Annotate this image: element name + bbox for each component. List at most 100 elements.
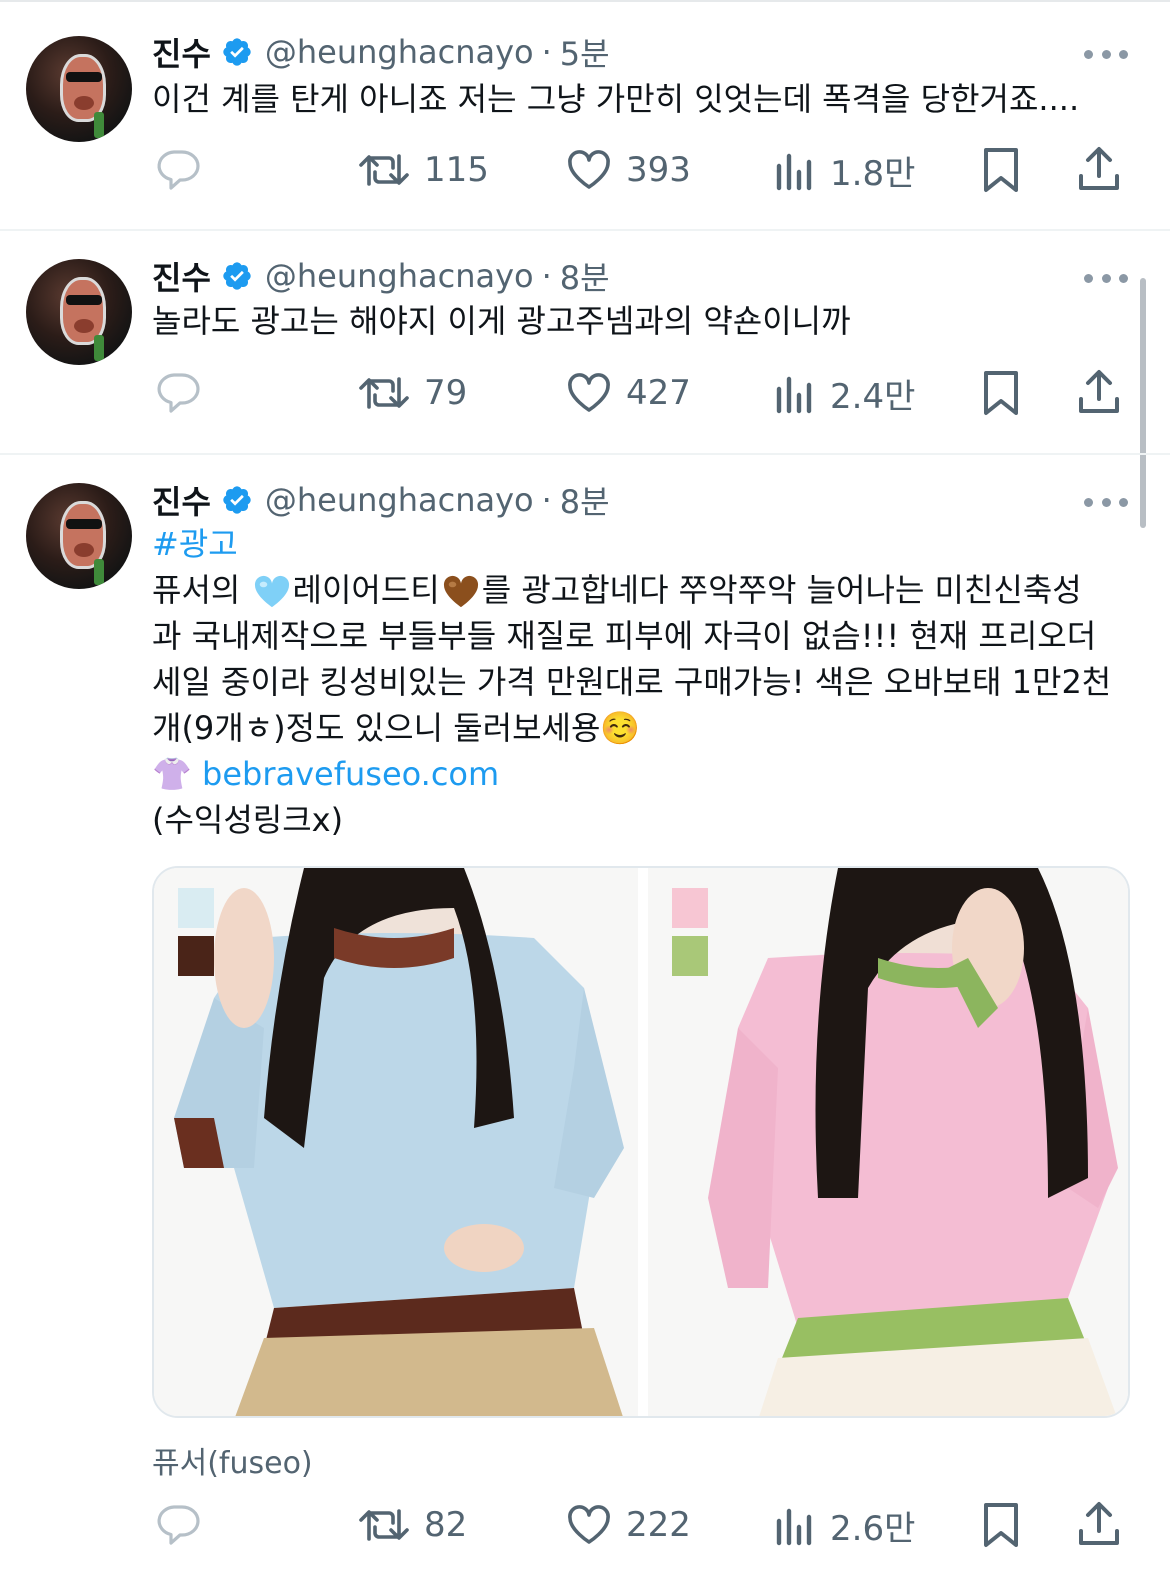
text-segment: 레이어드티 xyxy=(292,571,440,609)
color-swatch-light-blue xyxy=(178,888,214,928)
hashtag-link[interactable]: #광고 xyxy=(152,525,238,563)
more-icon[interactable] xyxy=(1084,47,1128,61)
more-icon[interactable] xyxy=(1084,495,1128,509)
text-segment: 퓨서의 xyxy=(152,571,251,609)
retweet-icon xyxy=(359,377,409,409)
like-icon xyxy=(568,1505,610,1544)
tweet-text: 이건 계를 탄게 아니죠 저는 그냥 가만히 잇엇는데 폭격을 당한거죠.... xyxy=(152,80,1080,118)
more-icon[interactable] xyxy=(1084,271,1128,285)
avatar[interactable] xyxy=(26,259,132,365)
like-count: 393 xyxy=(626,150,691,190)
reply-icon xyxy=(157,150,200,190)
retweet-button[interactable]: 115 xyxy=(358,142,489,198)
timestamp[interactable]: 8분 xyxy=(560,477,610,523)
retweet-button[interactable]: 79 xyxy=(358,365,467,421)
like-button[interactable]: 222 xyxy=(566,1497,691,1553)
display-name[interactable]: 진수 xyxy=(152,29,211,75)
verified-badge-icon xyxy=(223,486,251,514)
display-name[interactable]: 진수 xyxy=(152,253,211,299)
like-icon xyxy=(568,150,610,189)
share-button[interactable] xyxy=(1076,142,1122,198)
product-photo-pink[interactable] xyxy=(648,868,1128,1416)
color-swatch-green xyxy=(672,936,708,976)
text-line: 과 국내제작으로 부들부들 재질로 피부에 자극이 없슴!!! 현재 프리오더 xyxy=(152,617,1097,655)
views-button[interactable]: 2.6만 xyxy=(774,1497,915,1553)
like-button[interactable]: 427 xyxy=(566,365,691,421)
retweet-count: 79 xyxy=(424,373,468,413)
reply-icon xyxy=(157,1505,200,1545)
action-bar: 115 393 1.8만 xyxy=(0,142,1170,198)
text-segment: 를 광고합네다 쭈악쭈악 늘어나는 미친신축성 xyxy=(481,571,1082,609)
tweet-header: 진수 @heunghacnayo · 8분 xyxy=(152,254,610,298)
blue-shirt-model-image xyxy=(154,868,638,1416)
tweet-text: #광고 퓨서의 레이어드티 를 광고합네다 쭈악쭈악 늘어나는 미친신축성 과 국… xyxy=(152,521,1142,843)
display-name[interactable]: 진수 xyxy=(152,477,211,523)
views-button[interactable]: 2.4만 xyxy=(774,365,915,421)
views-icon xyxy=(776,153,812,191)
share-icon xyxy=(1079,370,1119,413)
brown-heart-icon xyxy=(443,575,478,608)
tweet-header: 진수 @heunghacnayo · 5분 xyxy=(152,30,610,74)
retweet-icon xyxy=(359,154,409,186)
like-count: 427 xyxy=(626,373,691,413)
color-swatch-brown xyxy=(178,936,214,976)
media-source-label: 퓨서(fuseo) xyxy=(152,1446,313,1481)
reply-button[interactable] xyxy=(154,1497,202,1553)
bookmark-icon xyxy=(984,371,1018,415)
retweet-count: 82 xyxy=(424,1505,468,1545)
share-icon xyxy=(1079,147,1119,190)
bookmark-icon xyxy=(984,1503,1018,1547)
like-icon xyxy=(568,373,610,412)
action-bar: 82 222 2.6만 xyxy=(0,1497,1170,1553)
separator-dot: · xyxy=(541,481,552,519)
separator-dot: · xyxy=(541,33,552,71)
reply-icon xyxy=(157,373,200,413)
share-button[interactable] xyxy=(1076,1497,1122,1553)
external-link[interactable]: bebravefuseo.com xyxy=(202,755,499,793)
verified-badge-icon xyxy=(223,262,251,290)
like-button[interactable]: 393 xyxy=(566,142,691,198)
blouse-emoji-icon: 👚 xyxy=(152,755,192,793)
views-icon xyxy=(776,376,812,414)
action-bar: 79 427 2.4만 xyxy=(0,365,1170,421)
product-photo-blue[interactable] xyxy=(154,868,638,1416)
avatar[interactable] xyxy=(26,483,132,589)
bookmark-icon xyxy=(984,148,1018,192)
share-icon xyxy=(1079,1502,1119,1545)
color-swatch-pink xyxy=(672,888,708,928)
view-count: 2.6만 xyxy=(830,1508,916,1549)
views-button[interactable]: 1.8만 xyxy=(774,142,915,198)
text-line: 개(9개ㅎ)정도 있으니 둘러보세용☺️ xyxy=(152,709,641,747)
text-line: (수익성링크x) xyxy=(152,801,344,839)
views-icon xyxy=(776,1508,812,1546)
handle[interactable]: @heunghacnayo xyxy=(265,33,534,71)
text-line: 세일 중이라 킹성비있는 가격 만원대로 구매가능! 색은 오바보태 1만2천 xyxy=(152,663,1112,701)
tweet-text: 놀라도 광고는 해야지 이게 광고주넴과의 약숀이니까 xyxy=(152,302,851,340)
bookmark-button[interactable] xyxy=(982,142,1020,198)
reply-button[interactable] xyxy=(154,142,202,198)
handle[interactable]: @heunghacnayo xyxy=(265,481,534,519)
timestamp[interactable]: 5분 xyxy=(560,29,610,75)
verified-badge-icon xyxy=(223,38,251,66)
reply-button[interactable] xyxy=(154,365,202,421)
media-grid[interactable] xyxy=(152,866,1130,1418)
bookmark-button[interactable] xyxy=(982,365,1020,421)
media-gap xyxy=(638,868,648,1416)
tweet[interactable]: 진수 @heunghacnayo · 5분 이건 계를 탄게 아니죠 저는 그냥… xyxy=(0,0,1170,230)
bookmark-button[interactable] xyxy=(982,1497,1020,1553)
tweet-header: 진수 @heunghacnayo · 8분 xyxy=(152,478,610,522)
like-count: 222 xyxy=(626,1505,691,1545)
retweet-button[interactable]: 82 xyxy=(358,1497,467,1553)
light-blue-heart-icon xyxy=(254,575,289,608)
avatar[interactable] xyxy=(26,36,132,142)
tweet[interactable]: 진수 @heunghacnayo · 8분 놀라도 광고는 해야지 이게 광고주… xyxy=(0,231,1170,453)
view-count: 2.4만 xyxy=(830,376,916,417)
retweet-count: 115 xyxy=(424,150,489,190)
view-count: 1.8만 xyxy=(830,153,916,194)
timestamp[interactable]: 8분 xyxy=(560,253,610,299)
share-button[interactable] xyxy=(1076,365,1122,421)
handle[interactable]: @heunghacnayo xyxy=(265,257,534,295)
retweet-icon xyxy=(359,1509,409,1541)
pink-shirt-model-image xyxy=(648,868,1128,1416)
separator-dot: · xyxy=(541,257,552,295)
